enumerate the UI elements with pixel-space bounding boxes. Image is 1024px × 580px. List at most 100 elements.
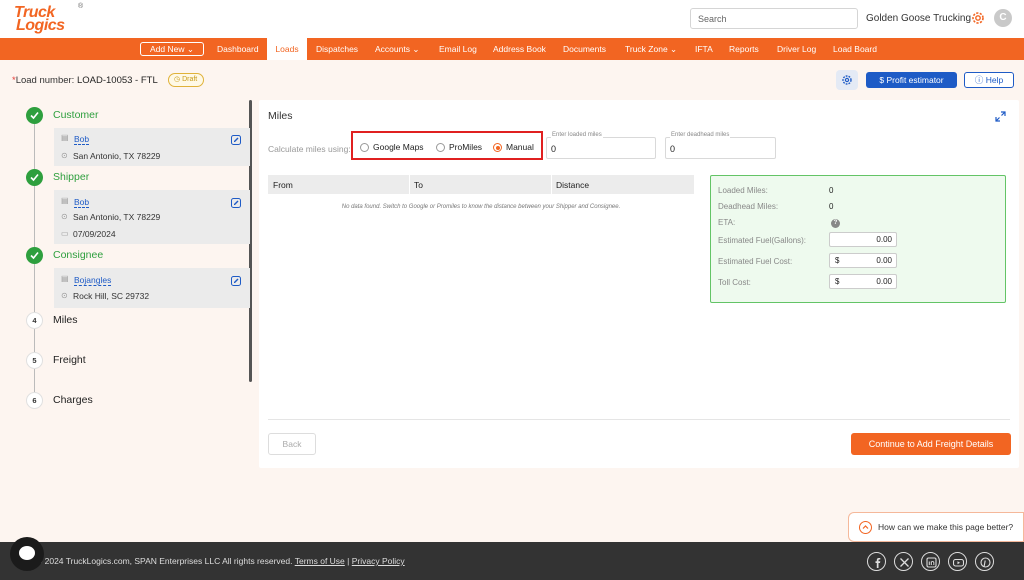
footer-separator: |: [347, 556, 350, 566]
col-distance: Distance: [556, 180, 590, 190]
main-nav: Add New ⌄ Dashboard Loads Dispatches Acc…: [0, 38, 1024, 60]
add-new-button[interactable]: Add New ⌄: [140, 42, 204, 56]
deadhead-miles-summary-value: 0: [829, 202, 834, 211]
deadhead-miles-value: 0: [670, 144, 676, 154]
currency-symbol: $: [835, 277, 840, 286]
nav-truck-zone[interactable]: Truck Zone ⌄: [625, 38, 677, 60]
edit-icon[interactable]: [231, 276, 241, 286]
edit-icon[interactable]: [231, 135, 241, 145]
load-number-value: LOAD-10053 - FTL: [76, 75, 158, 86]
question-icon[interactable]: ?: [831, 219, 840, 228]
nav-email-log[interactable]: Email Log: [439, 38, 477, 60]
loaded-miles-summary-value: 0: [829, 186, 834, 195]
fuel-cost-label: Estimated Fuel Cost:: [718, 257, 793, 266]
copyright: © 2024 TruckLogics.com, SPAN Enterprises…: [36, 556, 405, 566]
footer: © 2024 TruckLogics.com, SPAN Enterprises…: [0, 542, 1024, 580]
load-number: *Load number: LOAD-10053 - FTL: [12, 75, 158, 86]
nav-dashboard[interactable]: Dashboard: [217, 38, 259, 60]
step-connector: [34, 264, 35, 314]
toll-cost-label: Toll Cost:: [718, 278, 751, 287]
loaded-miles-value: 0: [551, 144, 557, 154]
nav-loads[interactable]: Loads: [267, 38, 307, 60]
chat-launcher-icon[interactable]: [10, 537, 44, 571]
eta-label: ETA:: [718, 218, 736, 227]
step-miles-title[interactable]: Miles: [53, 314, 78, 326]
shipper-date: 07/09/2024: [73, 229, 116, 239]
expand-icon[interactable]: [995, 111, 1006, 122]
nav-dispatches[interactable]: Dispatches: [316, 38, 358, 60]
fuel-cost-value: 0.00: [876, 256, 892, 265]
nav-accounts[interactable]: Accounts ⌄: [375, 38, 419, 60]
x-twitter-icon[interactable]: [894, 552, 913, 571]
search-input[interactable]: [690, 8, 858, 29]
step-shipper-title[interactable]: Shipper: [53, 171, 89, 183]
nav-reports[interactable]: Reports: [729, 38, 759, 60]
logo-line-2: Logics: [16, 17, 65, 34]
edit-icon[interactable]: [231, 198, 241, 208]
user-avatar[interactable]: C: [994, 9, 1012, 27]
shipper-address: San Antonio, TX 78229: [73, 212, 161, 222]
deadhead-miles-field[interactable]: Enter deadhead miles 0: [665, 132, 776, 159]
location-pin-icon: ⊙: [61, 291, 68, 300]
privacy-link[interactable]: Privacy Policy: [352, 556, 405, 566]
deadhead-miles-label: Enter deadhead miles: [670, 132, 731, 138]
deadhead-miles-summary-label: Deadhead Miles:: [718, 202, 779, 211]
building-icon: ▤: [61, 196, 69, 205]
facebook-icon[interactable]: [867, 552, 886, 571]
shipper-name[interactable]: Bob: [74, 197, 90, 208]
top-header: Truck Logics ® Golden Goose Trucking C: [0, 0, 1024, 38]
nav-address-book[interactable]: Address Book: [493, 38, 546, 60]
step-5-number: 5: [26, 352, 43, 369]
loaded-miles-field[interactable]: Enter loaded miles 0: [546, 132, 656, 159]
youtube-icon[interactable]: [948, 552, 967, 571]
back-button[interactable]: Back: [268, 433, 316, 455]
help-icon: ⓘ: [974, 75, 986, 85]
fuel-gallons-input[interactable]: 0.00: [829, 232, 897, 247]
trucklogics-logo[interactable]: Truck Logics ®: [12, 3, 86, 35]
load-settings-button[interactable]: [836, 70, 858, 90]
miles-source-radio-group: Google Maps ProMiles Manual: [351, 131, 543, 160]
calc-miles-label: Calculate miles using:: [268, 144, 351, 154]
nav-ifta[interactable]: IFTA: [695, 38, 713, 60]
building-icon: ▤: [61, 274, 69, 283]
pinterest-icon[interactable]: [975, 552, 994, 571]
nav-documents[interactable]: Documents: [563, 38, 606, 60]
nav-driver-log[interactable]: Driver Log: [777, 38, 816, 60]
col-from: From: [273, 180, 293, 190]
linkedin-icon[interactable]: [921, 552, 940, 571]
miles-panel: Miles Calculate miles using: Google Maps…: [259, 100, 1019, 468]
feedback-widget[interactable]: How can we make this page better?: [848, 512, 1024, 542]
step-freight-title[interactable]: Freight: [53, 354, 86, 366]
settings-gear-icon[interactable]: [970, 10, 986, 26]
step-charges-title[interactable]: Charges: [53, 394, 93, 406]
miles-summary-box: Loaded Miles: 0 Deadhead Miles: 0 ETA: ?…: [710, 175, 1006, 303]
radio-label: Google Maps: [373, 142, 424, 152]
profit-estimator-button[interactable]: $ Profit estimator: [866, 72, 957, 88]
copyright-text: © 2024 TruckLogics.com, SPAN Enterprises…: [36, 556, 293, 566]
radio-label: Manual: [506, 142, 534, 152]
consignee-name[interactable]: Bojangles: [74, 275, 112, 286]
col-divider: [551, 175, 552, 194]
radio-circle: [436, 143, 445, 152]
terms-link[interactable]: Terms of Use: [295, 556, 345, 566]
nav-load-board[interactable]: Load Board: [833, 38, 877, 60]
fuel-cost-input[interactable]: $ 0.00: [829, 253, 897, 268]
step-consignee-title[interactable]: Consignee: [53, 249, 103, 261]
calendar-icon: ▭: [61, 229, 69, 238]
toll-cost-value: 0.00: [876, 277, 892, 286]
step-customer-title[interactable]: Customer: [53, 109, 99, 121]
location-pin-icon: ⊙: [61, 212, 68, 221]
toll-cost-input[interactable]: $ 0.00: [829, 274, 897, 289]
radio-circle: [360, 143, 369, 152]
help-button[interactable]: ⓘ Help: [964, 72, 1014, 88]
loaded-miles-summary-label: Loaded Miles:: [718, 186, 768, 195]
panel-divider: [268, 419, 1010, 420]
company-name[interactable]: Golden Goose Trucking: [866, 13, 971, 24]
continue-button[interactable]: Continue to Add Freight Details: [851, 433, 1011, 455]
customer-name[interactable]: Bob: [74, 134, 90, 145]
fuel-gallons-label: Estimated Fuel(Gallons):: [718, 236, 807, 245]
radio-label: ProMiles: [449, 142, 483, 152]
location-pin-icon: ⊙: [61, 151, 68, 160]
feedback-text: How can we make this page better?: [878, 522, 1014, 532]
col-to: To: [414, 180, 423, 190]
